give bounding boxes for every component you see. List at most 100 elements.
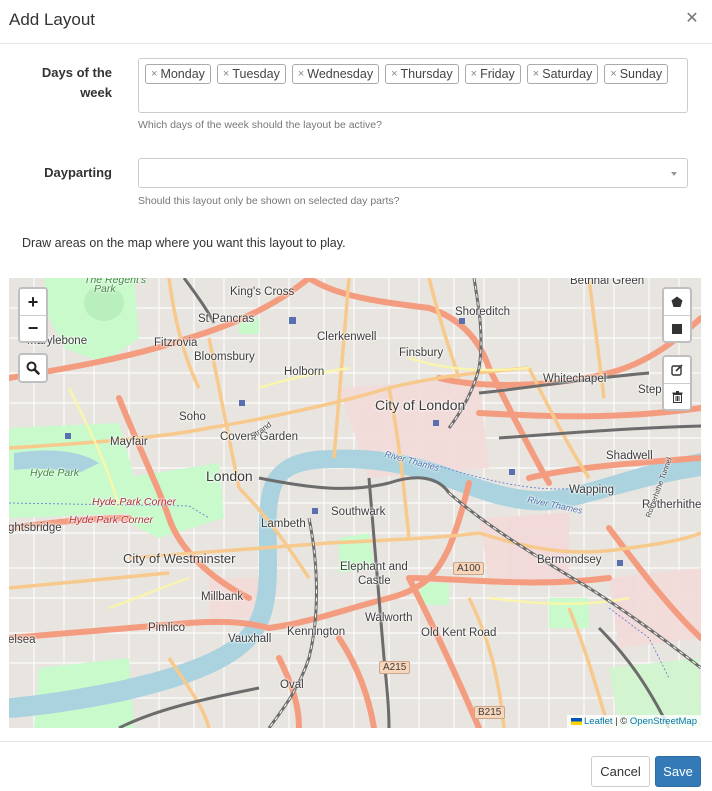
day-tag-label: Tuesday [232, 67, 280, 81]
day-tag: × Saturday [526, 64, 599, 84]
day-tag-label: Thursday [400, 67, 453, 81]
remove-day-icon[interactable]: × [391, 65, 397, 83]
map-label-castle: Castle [358, 575, 391, 587]
search-icon [26, 361, 40, 375]
day-tag-label: Sunday [619, 67, 663, 81]
map-label-hyde-park-corner-1: Hyde Park Corner [92, 496, 177, 508]
close-icon: ✕ [685, 10, 699, 27]
map-label-clerkenwell: Clerkenwell [317, 331, 377, 343]
day-tag: × Monday [145, 64, 211, 84]
remove-day-icon[interactable]: × [223, 65, 229, 83]
map-label-walworth: Walworth [365, 612, 413, 624]
zoom-control: + − [18, 287, 48, 343]
zoom-out-button[interactable]: − [20, 315, 46, 341]
modal-footer: Cancel Save [0, 741, 712, 791]
map-label-old-kent-road: Old Kent Road [421, 627, 497, 639]
days-of-week-label: Days of the week [20, 63, 112, 103]
chevron-down-icon [671, 172, 677, 176]
map-label-finsbury: Finsbury [399, 347, 444, 359]
attribution-separator: | © [612, 716, 630, 727]
map-label-mayfair: Mayfair [110, 436, 148, 448]
map-label-london: London [206, 468, 253, 484]
map-label-shadwell: Shadwell [606, 450, 653, 462]
remove-day-icon[interactable]: × [471, 65, 477, 83]
leaflet-link[interactable]: Leaflet [584, 716, 613, 727]
map-label-lambeth: Lambeth [261, 518, 306, 530]
pentagon-icon [671, 296, 683, 307]
modal-title: Add Layout [9, 10, 96, 29]
day-tag-label: Friday [480, 67, 515, 81]
map-label-kennington: Kennington [287, 626, 346, 638]
map-label-park: Park [94, 283, 116, 295]
map-label-whitechapel: Whitechapel [543, 373, 607, 385]
days-label-line1: Days of the [41, 65, 112, 80]
map-label-shoreditch: Shoreditch [455, 306, 510, 318]
draw-toolbar [662, 287, 692, 343]
square-icon [672, 323, 682, 334]
trash-icon [672, 390, 682, 403]
map-label-soho: Soho [179, 411, 206, 423]
map-label-wapping: Wapping [569, 484, 614, 496]
delete-layers-button[interactable] [664, 383, 690, 409]
map-label-city-of-westminster: City of Westminster [123, 551, 236, 566]
search-control [18, 353, 48, 383]
dayparting-label: Dayparting [44, 165, 112, 180]
dayparting-help-text: Should this layout only be shown on sele… [138, 195, 400, 207]
map-label-millbank: Millbank [201, 591, 244, 603]
remove-day-icon[interactable]: × [298, 65, 304, 83]
map-label-pimlico: Pimlico [148, 622, 186, 634]
map[interactable]: The Regent's Park King's Cross St Pancra… [9, 278, 701, 728]
cancel-button[interactable]: Cancel [591, 756, 650, 787]
remove-day-icon[interactable]: × [533, 65, 539, 83]
map-label-oval: Oval [280, 679, 304, 691]
day-tag: × Tuesday [216, 64, 286, 84]
modal-header: Add Layout ✕ [0, 0, 712, 44]
map-label-vauxhall: Vauxhall [228, 633, 272, 645]
map-label-fitzrovia: Fitzrovia [154, 337, 198, 349]
day-tag-label: Saturday [542, 67, 593, 81]
edit-layers-button[interactable] [664, 357, 690, 383]
day-tag: × Thursday [385, 64, 459, 84]
road-shield-a100: A100 [453, 562, 485, 575]
ukraine-flag-icon [571, 718, 582, 725]
map-label-kings-cross: King's Cross [230, 286, 295, 298]
map-label-st-pancras: St Pancras [198, 313, 255, 325]
map-label-elephant-and: Elephant and [340, 561, 408, 573]
map-label-hyde-park-corner-2: Hyde Park Corner [69, 514, 154, 526]
map-label-bloomsbury: Bloomsbury [194, 351, 255, 363]
day-tag: × Friday [464, 64, 521, 84]
openstreetmap-link[interactable]: OpenStreetMap [630, 716, 697, 727]
map-label-bermondsey: Bermondsey [537, 554, 602, 566]
plus-icon: + [27, 291, 39, 312]
map-label-chelsea: elsea [9, 634, 36, 646]
day-tag-label: Monday [160, 67, 205, 81]
edit-toolbar [662, 355, 692, 411]
edit-icon [671, 364, 683, 376]
remove-day-icon[interactable]: × [610, 65, 616, 83]
remove-day-icon[interactable]: × [151, 65, 157, 83]
draw-polygon-button[interactable] [664, 289, 690, 315]
road-shield-a215: A215 [379, 661, 411, 674]
dayparting-select[interactable] [138, 158, 688, 188]
map-instructions: Draw areas on the map where you want thi… [22, 236, 346, 250]
days-help-text: Which days of the week should the layout… [138, 119, 382, 131]
selected-days: × Monday × Tuesday × Wednesday × Thursday × Frida… [145, 64, 669, 84]
map-label-city-of-london: City of London [375, 397, 466, 413]
day-tag: × Sunday [604, 64, 669, 84]
zoom-in-button[interactable]: + [20, 289, 46, 315]
day-tag-label: Wednesday [307, 67, 374, 81]
day-tag: × Wednesday [291, 64, 380, 84]
map-label-knightsbridge: ghtsbridge [9, 522, 62, 534]
minus-icon: − [27, 318, 39, 338]
save-button[interactable]: Save [655, 756, 701, 787]
map-search-button[interactable] [20, 355, 46, 381]
days-label-line2: week [80, 85, 112, 100]
map-attribution: Leaflet | © OpenStreetMap [567, 715, 701, 728]
draw-rectangle-button[interactable] [664, 315, 690, 341]
road-shield-b215: B215 [474, 706, 506, 719]
map-label-holborn: Holborn [284, 366, 325, 378]
close-button[interactable]: ✕ [684, 10, 700, 28]
map-label-bethnal-green: Bethnal Green [570, 278, 645, 287]
map-label-hyde-park: Hyde Park [30, 467, 80, 479]
days-of-week-multiselect[interactable]: × Monday × Tuesday × Wednesday × Thursday × Frida… [138, 58, 688, 113]
